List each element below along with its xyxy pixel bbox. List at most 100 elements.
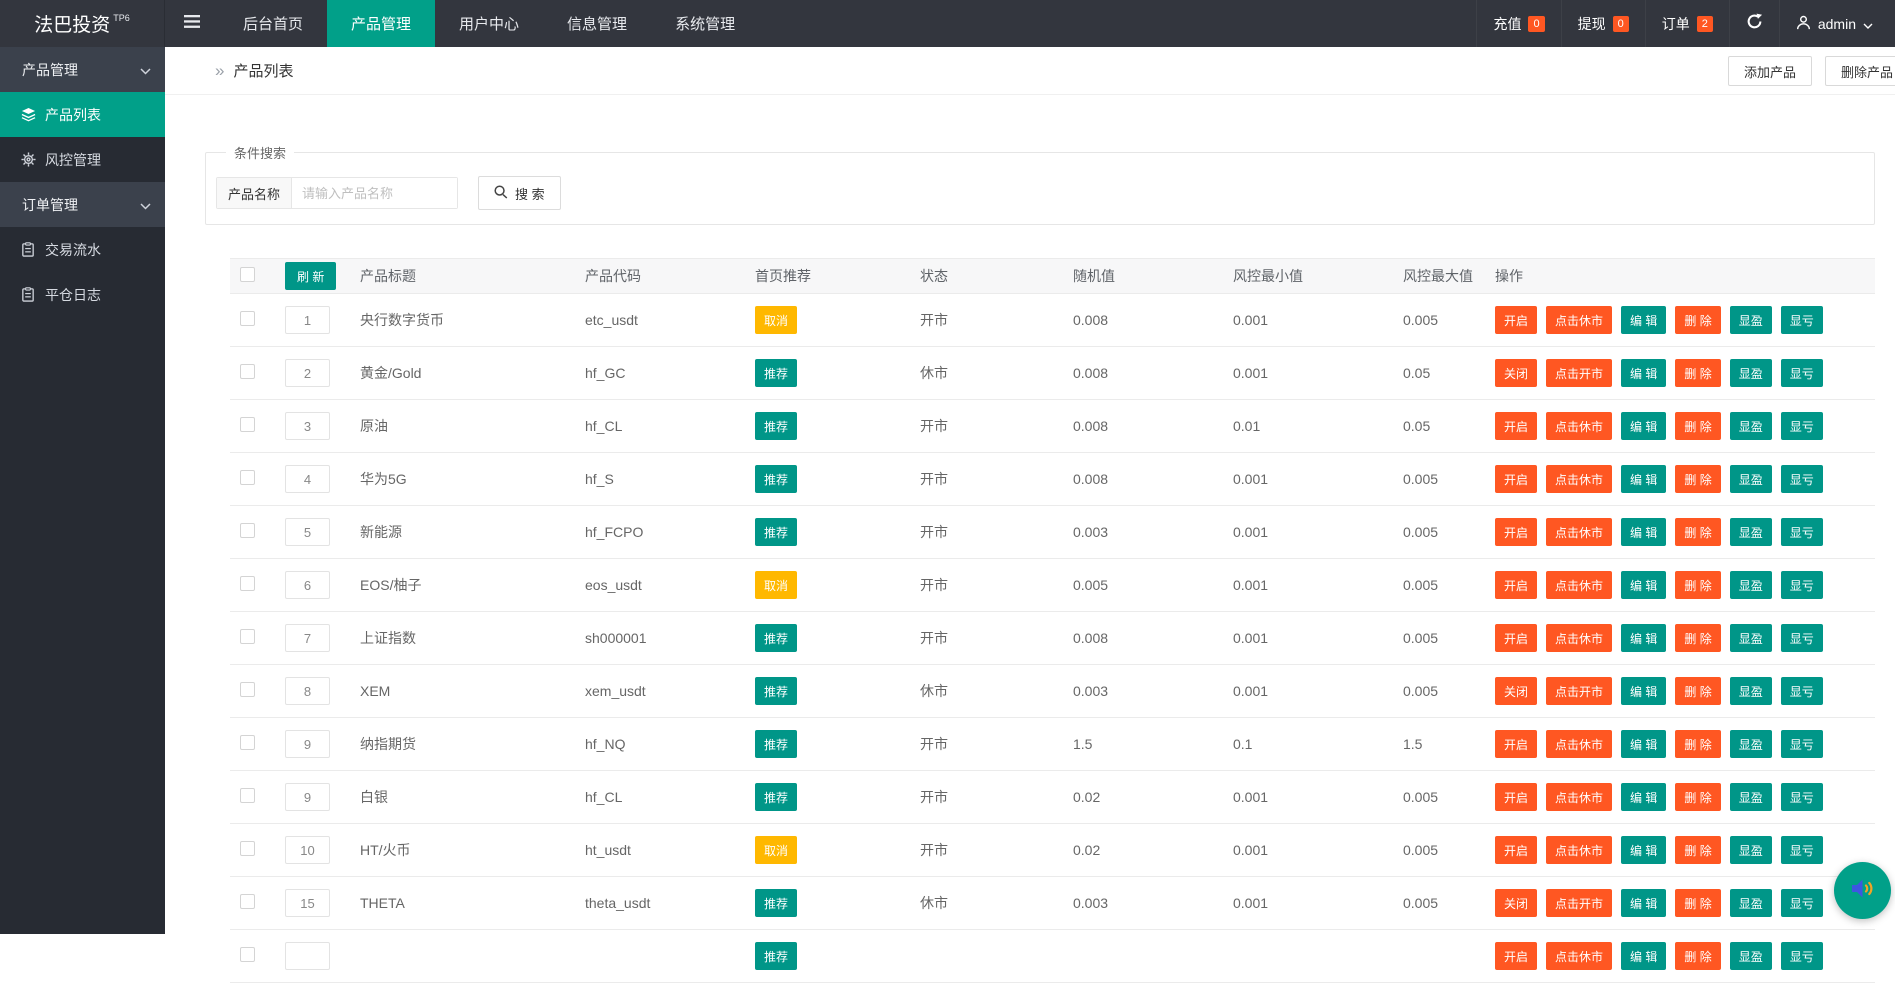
- sidebar-group-orders[interactable]: 订单管理: [0, 182, 165, 227]
- row-checkbox[interactable]: [240, 417, 255, 432]
- toggle-open-button[interactable]: 开启: [1495, 571, 1538, 599]
- row-checkbox[interactable]: [240, 841, 255, 856]
- row-checkbox[interactable]: [240, 788, 255, 803]
- show-profit-button[interactable]: 显盈: [1729, 465, 1772, 493]
- toggle-open-button[interactable]: 开启: [1495, 836, 1538, 864]
- show-profit-button[interactable]: 显盈: [1729, 836, 1772, 864]
- tab-system[interactable]: 系统管理: [651, 0, 759, 47]
- recommend-toggle-badge[interactable]: 推荐: [755, 518, 798, 546]
- product-name-input[interactable]: [292, 178, 458, 208]
- toggle-open-button[interactable]: 开启: [1495, 783, 1538, 811]
- show-profit-button[interactable]: 显盈: [1729, 889, 1772, 917]
- delete-button[interactable]: 删 除: [1675, 518, 1721, 546]
- edit-button[interactable]: 编 辑: [1621, 518, 1667, 546]
- delete-button[interactable]: 删 除: [1675, 836, 1721, 864]
- recommend-toggle-badge[interactable]: 推荐: [755, 624, 798, 652]
- toggle-open-button[interactable]: 开启: [1495, 942, 1538, 970]
- show-loss-button[interactable]: 显亏: [1780, 730, 1823, 758]
- toggle-market-button[interactable]: 点击休市: [1546, 624, 1613, 652]
- recommend-toggle-badge[interactable]: 推荐: [755, 889, 798, 917]
- user-menu[interactable]: admin: [1778, 0, 1895, 47]
- sidebar-item-trade-flow[interactable]: 交易流水: [0, 227, 165, 272]
- delete-button[interactable]: 删 除: [1675, 677, 1721, 705]
- show-profit-button[interactable]: 显盈: [1729, 783, 1772, 811]
- toggle-market-button[interactable]: 点击休市: [1546, 730, 1613, 758]
- recommend-toggle-badge[interactable]: 推荐: [755, 359, 798, 387]
- show-profit-button[interactable]: 显盈: [1729, 412, 1772, 440]
- sort-order-input[interactable]: [285, 942, 330, 970]
- show-profit-button[interactable]: 显盈: [1729, 730, 1772, 758]
- toggle-open-button[interactable]: 关闭: [1495, 677, 1538, 705]
- show-loss-button[interactable]: 显亏: [1780, 465, 1823, 493]
- show-profit-button[interactable]: 显盈: [1729, 677, 1772, 705]
- recommend-toggle-badge[interactable]: 推荐: [755, 465, 798, 493]
- edit-button[interactable]: 编 辑: [1621, 571, 1667, 599]
- tab-dashboard[interactable]: 后台首页: [219, 0, 327, 47]
- refresh-table-button[interactable]: 刷 新: [285, 262, 337, 290]
- row-checkbox[interactable]: [240, 311, 255, 326]
- show-profit-button[interactable]: 显盈: [1729, 942, 1772, 970]
- recommend-toggle-badge[interactable]: 取消: [755, 306, 798, 334]
- show-loss-button[interactable]: 显亏: [1780, 359, 1823, 387]
- row-checkbox[interactable]: [240, 947, 255, 962]
- sort-order-input[interactable]: [285, 518, 330, 546]
- recommend-toggle-badge[interactable]: 取消: [755, 836, 798, 864]
- toggle-open-button[interactable]: 关闭: [1495, 889, 1538, 917]
- tab-users[interactable]: 用户中心: [435, 0, 543, 47]
- refresh-page-button[interactable]: [1728, 0, 1779, 47]
- sort-order-input[interactable]: [285, 412, 330, 440]
- show-profit-button[interactable]: 显盈: [1729, 518, 1772, 546]
- sort-order-input[interactable]: [285, 571, 330, 599]
- edit-button[interactable]: 编 辑: [1621, 783, 1667, 811]
- search-button[interactable]: 搜 索: [478, 176, 561, 210]
- row-checkbox[interactable]: [240, 735, 255, 750]
- edit-button[interactable]: 编 辑: [1621, 412, 1667, 440]
- row-checkbox[interactable]: [240, 364, 255, 379]
- toggle-market-button[interactable]: 点击休市: [1546, 571, 1613, 599]
- edit-button[interactable]: 编 辑: [1621, 889, 1667, 917]
- edit-button[interactable]: 编 辑: [1621, 677, 1667, 705]
- select-all-checkbox[interactable]: [240, 267, 255, 282]
- edit-button[interactable]: 编 辑: [1621, 465, 1667, 493]
- delete-button[interactable]: 删 除: [1675, 306, 1721, 334]
- edit-button[interactable]: 编 辑: [1621, 730, 1667, 758]
- delete-product-button[interactable]: 删除产品: [1824, 56, 1895, 86]
- sort-order-input[interactable]: [285, 306, 330, 334]
- toggle-open-button[interactable]: 开启: [1495, 412, 1538, 440]
- delete-button[interactable]: 删 除: [1675, 624, 1721, 652]
- sidebar-item-close-log[interactable]: 平仓日志: [0, 272, 165, 317]
- show-profit-button[interactable]: 显盈: [1729, 624, 1772, 652]
- show-loss-button[interactable]: 显亏: [1780, 571, 1823, 599]
- sidebar-item-product-list[interactable]: 产品列表: [0, 92, 165, 137]
- delete-button[interactable]: 删 除: [1675, 783, 1721, 811]
- show-profit-button[interactable]: 显盈: [1729, 306, 1772, 334]
- toggle-open-button[interactable]: 关闭: [1495, 359, 1538, 387]
- add-product-button[interactable]: 添加产品: [1727, 56, 1812, 86]
- row-checkbox[interactable]: [240, 470, 255, 485]
- sort-order-input[interactable]: [285, 730, 330, 758]
- sort-order-input[interactable]: [285, 677, 330, 705]
- sort-order-input[interactable]: [285, 359, 330, 387]
- edit-button[interactable]: 编 辑: [1621, 624, 1667, 652]
- sort-order-input[interactable]: [285, 783, 330, 811]
- sort-order-input[interactable]: [285, 624, 330, 652]
- toggle-market-button[interactable]: 点击休市: [1546, 836, 1613, 864]
- show-loss-button[interactable]: 显亏: [1780, 889, 1823, 917]
- show-loss-button[interactable]: 显亏: [1780, 942, 1823, 970]
- row-checkbox[interactable]: [240, 682, 255, 697]
- sort-order-input[interactable]: [285, 836, 330, 864]
- delete-button[interactable]: 删 除: [1675, 412, 1721, 440]
- toggle-market-button[interactable]: 点击休市: [1546, 942, 1613, 970]
- delete-button[interactable]: 删 除: [1675, 730, 1721, 758]
- toggle-market-button[interactable]: 点击开市: [1546, 677, 1613, 705]
- sort-order-input[interactable]: [285, 465, 330, 493]
- toggle-market-button[interactable]: 点击休市: [1546, 783, 1613, 811]
- sidebar-group-products[interactable]: 产品管理: [0, 47, 165, 92]
- edit-button[interactable]: 编 辑: [1621, 306, 1667, 334]
- row-checkbox[interactable]: [240, 629, 255, 644]
- recommend-toggle-badge[interactable]: 推荐: [755, 412, 798, 440]
- sidebar-item-risk-control[interactable]: 风控管理: [0, 137, 165, 182]
- show-loss-button[interactable]: 显亏: [1780, 677, 1823, 705]
- toggle-market-button[interactable]: 点击休市: [1546, 518, 1613, 546]
- show-profit-button[interactable]: 显盈: [1729, 359, 1772, 387]
